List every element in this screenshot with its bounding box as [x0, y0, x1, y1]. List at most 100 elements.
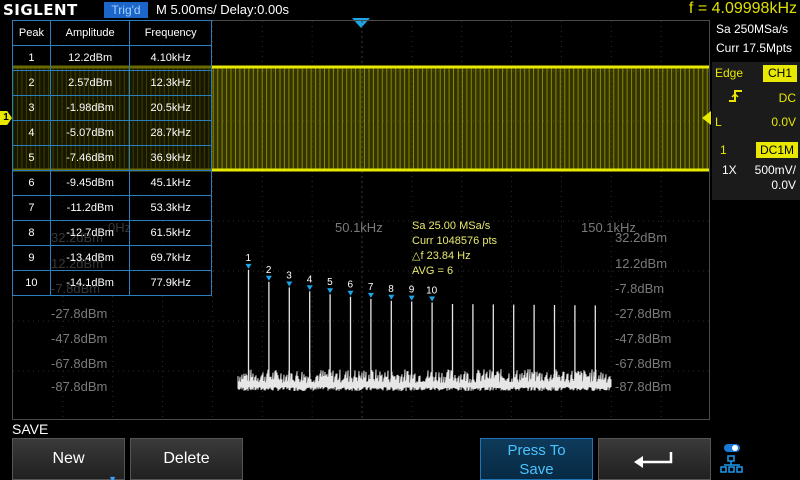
channel1-settings-box[interactable]: 1 DC1M 1X 500mV/ 0.0V: [712, 140, 800, 200]
peak-marker-label: 9: [409, 285, 415, 296]
svg-text:-47.8dBm: -47.8dBm: [51, 331, 107, 346]
peak-marker-label: 2: [266, 265, 272, 276]
fft-average: AVG = 6: [412, 265, 454, 277]
rising-edge-icon: [729, 90, 742, 102]
peak-amplitude: 2.57dBm: [49, 70, 131, 96]
peak-marker-icon: [347, 290, 354, 296]
new-button[interactable]: New ▼: [12, 438, 125, 480]
peak-amplitude: -13.4dBm: [49, 245, 131, 271]
svg-text:-67.8dBm: -67.8dBm: [615, 356, 671, 371]
peak-frequency: 53.3kHz: [129, 195, 212, 221]
peak-marker-icon: [306, 285, 313, 291]
svg-text:-87.8dBm: -87.8dBm: [51, 379, 107, 394]
peak-marker-label: 10: [426, 285, 438, 296]
delete-button[interactable]: Delete: [130, 438, 243, 480]
peak-amplitude: -11.2dBm: [49, 195, 131, 221]
peak-amplitude: 12.2dBm: [49, 45, 131, 71]
peak-amplitude: -7.46dBm: [49, 145, 131, 171]
table-row: 10 -14.1dBm 77.9kHz: [12, 270, 212, 296]
fft-sample-rate: Sa 25.00 MSa/s: [412, 220, 491, 232]
peak-marker-label: 4: [307, 274, 313, 285]
chevron-down-icon: ▼: [108, 474, 117, 480]
status-icons: [718, 440, 798, 480]
menu-title: SAVE: [12, 421, 49, 437]
table-row: 5 -7.46dBm 36.9kHz: [12, 145, 212, 171]
press-to-save-line1: Press To: [507, 442, 566, 459]
peak-amplitude: -14.1dBm: [49, 270, 131, 296]
table-row: 7 -11.2dBm 53.3kHz: [12, 195, 212, 221]
vertical-scale: 500mV/: [754, 163, 796, 177]
trigger-level-label: L: [715, 115, 722, 129]
peak-amplitude: -5.07dBm: [49, 120, 131, 146]
svg-text:-27.8dBm: -27.8dBm: [615, 306, 671, 321]
fft-delta-f: △f 23.84 Hz: [412, 250, 471, 262]
ch1-offset-marker[interactable]: 1: [0, 111, 12, 125]
trigger-level-marker[interactable]: [702, 111, 711, 125]
peak-marker-label: 3: [286, 270, 292, 281]
right-info-panel: Sa 250MSa/s Curr 17.5Mpts Edge CH1 DC L …: [712, 20, 800, 420]
peak-index: 5: [12, 145, 51, 171]
peak-index: 3: [12, 95, 51, 121]
peak-index: 9: [12, 245, 51, 271]
sample-rate: Sa 250MSa/s: [716, 22, 789, 36]
trigger-type: Edge: [715, 66, 744, 80]
channel-coupling: DC1M: [756, 142, 798, 158]
trigger-status-badge: Trig'd: [104, 2, 148, 18]
channel-number: 1: [720, 143, 727, 157]
peak-marker-label: 8: [388, 284, 394, 295]
peak-frequency: 77.9kHz: [129, 270, 212, 296]
peak-marker-label: 1: [246, 253, 252, 264]
memory-depth: Curr 17.5Mpts: [716, 41, 793, 55]
table-row: 1 12.2dBm 4.10kHz: [12, 45, 212, 71]
peak-frequency: 69.7kHz: [129, 245, 212, 271]
press-to-save-button[interactable]: Press To Save: [480, 438, 593, 480]
peak-frequency: 36.9kHz: [129, 145, 212, 171]
header-amplitude: Amplitude: [49, 20, 131, 46]
peak-index: 10: [12, 270, 51, 296]
probe-ratio: 1X: [722, 163, 737, 177]
peak-frequency: 61.5kHz: [129, 220, 212, 246]
svg-text:-87.8dBm: -87.8dBm: [615, 379, 671, 394]
table-row: 9 -13.4dBm 69.7kHz: [12, 245, 212, 271]
table-row: 3 -1.98dBm 20.5kHz: [12, 95, 212, 121]
peak-marker-icon: [429, 296, 436, 302]
peak-index: 7: [12, 195, 51, 221]
peak-marker-icon: [367, 292, 374, 298]
fft-spectrum: [237, 269, 612, 392]
peak-frequency: 28.7kHz: [129, 120, 212, 146]
peak-marker-icon: [265, 275, 272, 281]
trigger-coupling: DC: [778, 91, 796, 105]
svg-text:12.2dBm: 12.2dBm: [615, 256, 667, 271]
peak-frequency: 45.1kHz: [129, 170, 212, 196]
peak-frequency: 12.3kHz: [129, 70, 212, 96]
peak-marker-label: 7: [368, 282, 374, 293]
table-row: 8 -12.7dBm 61.5kHz: [12, 220, 212, 246]
header-frequency: Frequency: [129, 20, 212, 46]
trigger-level-value: 0.0V: [771, 115, 796, 129]
svg-text:-27.8dBm: -27.8dBm: [51, 306, 107, 321]
peak-amplitude: -1.98dBm: [49, 95, 131, 121]
toggle-icon: [724, 444, 740, 452]
table-row: 4 -5.07dBm 28.7kHz: [12, 120, 212, 146]
peak-marker-icon: [245, 263, 252, 269]
peak-table: Peak Amplitude Frequency 1 12.2dBm 4.10kHz…: [12, 20, 212, 296]
peak-marker-icon: [327, 288, 334, 294]
brand-logo: SIGLENT: [3, 1, 78, 19]
network-icon: [720, 455, 743, 473]
svg-text:-47.8dBm: -47.8dBm: [615, 331, 671, 346]
back-button[interactable]: [598, 438, 711, 480]
peak-frequency: 4.10kHz: [129, 45, 212, 71]
svg-text:-67.8dBm: -67.8dBm: [51, 356, 107, 371]
fft-memory: Curr 1048576 pts: [412, 235, 497, 247]
table-row: 6 -9.45dBm 45.1kHz: [12, 170, 212, 196]
header-peak: Peak: [12, 20, 51, 46]
peak-frequency: 20.5kHz: [129, 95, 212, 121]
peak-marker-icon: [388, 294, 395, 300]
vertical-offset: 0.0V: [771, 178, 796, 192]
peak-index: 1: [12, 45, 51, 71]
peak-marker-label: 6: [348, 280, 354, 291]
peak-table-header: Peak Amplitude Frequency: [12, 20, 212, 46]
svg-text:50.1kHz: 50.1kHz: [335, 220, 383, 235]
table-row: 2 2.57dBm 12.3kHz: [12, 70, 212, 96]
peak-amplitude: -9.45dBm: [49, 170, 131, 196]
